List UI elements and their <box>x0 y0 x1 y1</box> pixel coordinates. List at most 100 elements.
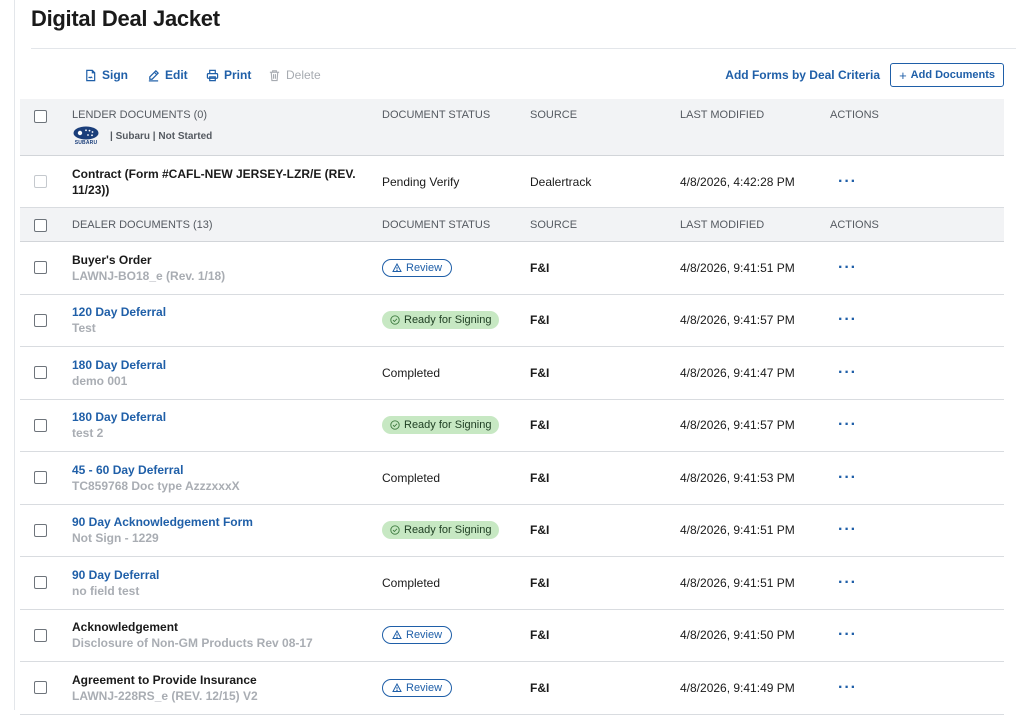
table-row[interactable]: 45 - 60 Day Deferral TC859768 Doc type Az… <box>20 452 1004 505</box>
more-horizontal-icon[interactable]: ··· <box>838 679 857 696</box>
more-horizontal-icon[interactable]: ··· <box>838 259 857 276</box>
document-modified: 4/8/2026, 9:41:51 PM <box>680 575 795 590</box>
document-source-cell: F&I <box>530 400 680 452</box>
document-source: F&I <box>530 470 550 485</box>
sign-button[interactable]: Sign <box>84 68 128 82</box>
row-checkbox[interactable] <box>33 576 47 590</box>
ready-for-signing-badge[interactable]: Ready for Signing <box>382 521 500 540</box>
row-checkbox[interactable] <box>33 313 47 327</box>
more-horizontal-icon[interactable]: ··· <box>838 364 857 381</box>
review-badge[interactable]: Review <box>382 678 453 697</box>
row-select-cell <box>20 295 60 347</box>
document-status: Completed <box>382 365 441 380</box>
trash-icon <box>269 69 280 81</box>
dealer-select-all-checkbox[interactable] <box>33 218 47 232</box>
review-badge[interactable]: Review <box>382 626 453 645</box>
lender-select-all-cell <box>20 99 60 155</box>
ready-for-signing-badge[interactable]: Ready for Signing <box>382 416 500 435</box>
document-name-cell: 90 Day Acknowledgement Form Not Sign - 12… <box>72 505 372 557</box>
table-row[interactable]: 90 Day Acknowledgement Form Not Sign - 12… <box>20 505 1004 557</box>
document-subtitle: LAWNJ-BO18_e (Rev. 1/18) <box>72 268 226 283</box>
document-actions-cell: ··· <box>830 452 990 504</box>
lender-select-all-checkbox[interactable] <box>33 110 47 123</box>
more-horizontal-icon[interactable]: ··· <box>838 312 857 328</box>
warning-triangle-icon <box>392 682 402 693</box>
table-row[interactable]: Acknowledgement Disclosure of Non-GM Prod… <box>20 610 1004 662</box>
document-status-cell: Review <box>382 662 532 714</box>
row-checkbox[interactable] <box>33 681 47 695</box>
document-title[interactable]: 120 Day Deferral <box>72 304 166 320</box>
dealer-status-header: DOCUMENT STATUS <box>382 218 491 231</box>
delete-button[interactable]: Delete <box>268 68 321 82</box>
row-checkbox[interactable] <box>33 523 47 537</box>
table-row[interactable]: 90 Day Deferral no field test Completed F&I… <box>20 557 1004 610</box>
table-row[interactable]: 180 Day Deferral demo 001 Completed F&I 4/8/… <box>20 347 1004 400</box>
ready-for-signing-badge[interactable]: Ready for Signing <box>382 311 500 330</box>
more-horizontal-icon[interactable]: ··· <box>838 173 857 190</box>
document-actions-cell: ··· <box>830 156 990 207</box>
subaru-logo: SUBARU <box>72 126 100 146</box>
document-source-cell: F&I <box>530 242 680 294</box>
document-actions-cell: ··· <box>830 295 990 347</box>
document-title[interactable]: 90 Day Acknowledgement Form <box>72 514 253 530</box>
document-subtitle: demo 001 <box>72 373 128 388</box>
more-horizontal-icon[interactable]: ··· <box>838 522 857 538</box>
document-title[interactable]: 180 Day Deferral <box>72 409 166 425</box>
delete-label: Delete <box>286 68 321 82</box>
document-actions-cell: ··· <box>830 242 990 294</box>
row-checkbox[interactable] <box>33 175 47 188</box>
document-title[interactable]: 180 Day Deferral <box>72 357 166 373</box>
table-row[interactable]: 120 Day Deferral Test Ready for Signing F&I… <box>20 295 1004 347</box>
pencil-icon <box>148 69 159 81</box>
document-name-cell: Buyer's Order LAWNJ-BO18_e (Rev. 1/18) <box>72 242 372 294</box>
document-subtitle: test 2 <box>72 426 104 441</box>
printer-icon <box>206 69 219 81</box>
lender-actions-header: ACTIONS <box>830 109 879 121</box>
row-checkbox[interactable] <box>33 366 47 380</box>
document-source: Dealertrack <box>530 174 592 189</box>
document-modified-cell: 4/8/2026, 9:41:51 PM <box>680 557 830 609</box>
row-select-cell <box>20 610 60 662</box>
table-row[interactable]: Agreement to Provide Insurance LAWNJ-228R… <box>20 662 1004 715</box>
edit-button[interactable]: Edit <box>147 68 188 82</box>
document-name-cell: 180 Day Deferral demo 001 <box>72 347 372 399</box>
document-status-cell: Ready for Signing <box>382 295 532 347</box>
add-forms-by-criteria-link[interactable]: Add Forms by Deal Criteria <box>725 68 880 82</box>
document-status: Pending Verify <box>382 174 460 189</box>
document-source-cell: F&I <box>530 347 680 399</box>
document-source: F&I <box>530 260 550 275</box>
document-subtitle: Test <box>72 321 96 336</box>
table-row[interactable]: Buyer's Order LAWNJ-BO18_e (Rev. 1/18) Rev… <box>20 242 1004 295</box>
lender-modified-header: LAST MODIFIED <box>680 109 765 121</box>
toolbar: Sign Edit Print Delete Add Forms by Deal… <box>31 60 1004 90</box>
document-title: Agreement to Provide Insurance <box>72 672 257 687</box>
document-title[interactable]: 45 - 60 Day Deferral <box>72 462 240 478</box>
document-modified-cell: 4/8/2026, 4:42:28 PM <box>680 156 830 207</box>
more-horizontal-icon[interactable]: ··· <box>838 627 857 643</box>
dealer-documents-header: DEALER DOCUMENTS (13) DOCUMENT STATUS SO… <box>20 208 1004 242</box>
dealer-modified-header: LAST MODIFIED <box>680 218 765 231</box>
print-button[interactable]: Print <box>206 68 251 82</box>
add-documents-button[interactable]: + Add Documents <box>890 63 1004 87</box>
row-checkbox[interactable] <box>33 261 47 275</box>
document-source: F&I <box>530 313 550 328</box>
row-checkbox[interactable] <box>33 418 47 432</box>
review-badge[interactable]: Review <box>382 258 453 277</box>
more-horizontal-icon[interactable]: ··· <box>838 574 857 591</box>
more-horizontal-icon[interactable]: ··· <box>838 469 857 486</box>
more-horizontal-icon[interactable]: ··· <box>838 417 857 433</box>
table-row[interactable]: Contract (Form #CAFL-NEW JERSEY-LZR/E (R… <box>20 156 1004 208</box>
document-status-cell: Review <box>382 610 532 662</box>
table-row[interactable]: 180 Day Deferral test 2 Ready for Signing F… <box>20 400 1004 452</box>
row-checkbox[interactable] <box>33 471 47 485</box>
document-title: Contract (Form #CAFL-NEW JERSEY-LZR/E (R… <box>72 166 356 197</box>
document-modified-cell: 4/8/2026, 9:41:53 PM <box>680 452 830 504</box>
row-checkbox[interactable] <box>33 628 47 642</box>
warning-triangle-icon <box>392 262 402 273</box>
document-source: F&I <box>530 628 550 643</box>
document-title[interactable]: 90 Day Deferral <box>72 567 159 583</box>
row-select-cell <box>20 452 60 504</box>
left-border <box>14 0 15 710</box>
lender-section-cell: LENDER DOCUMENTS (0) SUBARU | Subaru | N… <box>72 99 372 155</box>
document-actions-cell: ··· <box>830 505 990 557</box>
